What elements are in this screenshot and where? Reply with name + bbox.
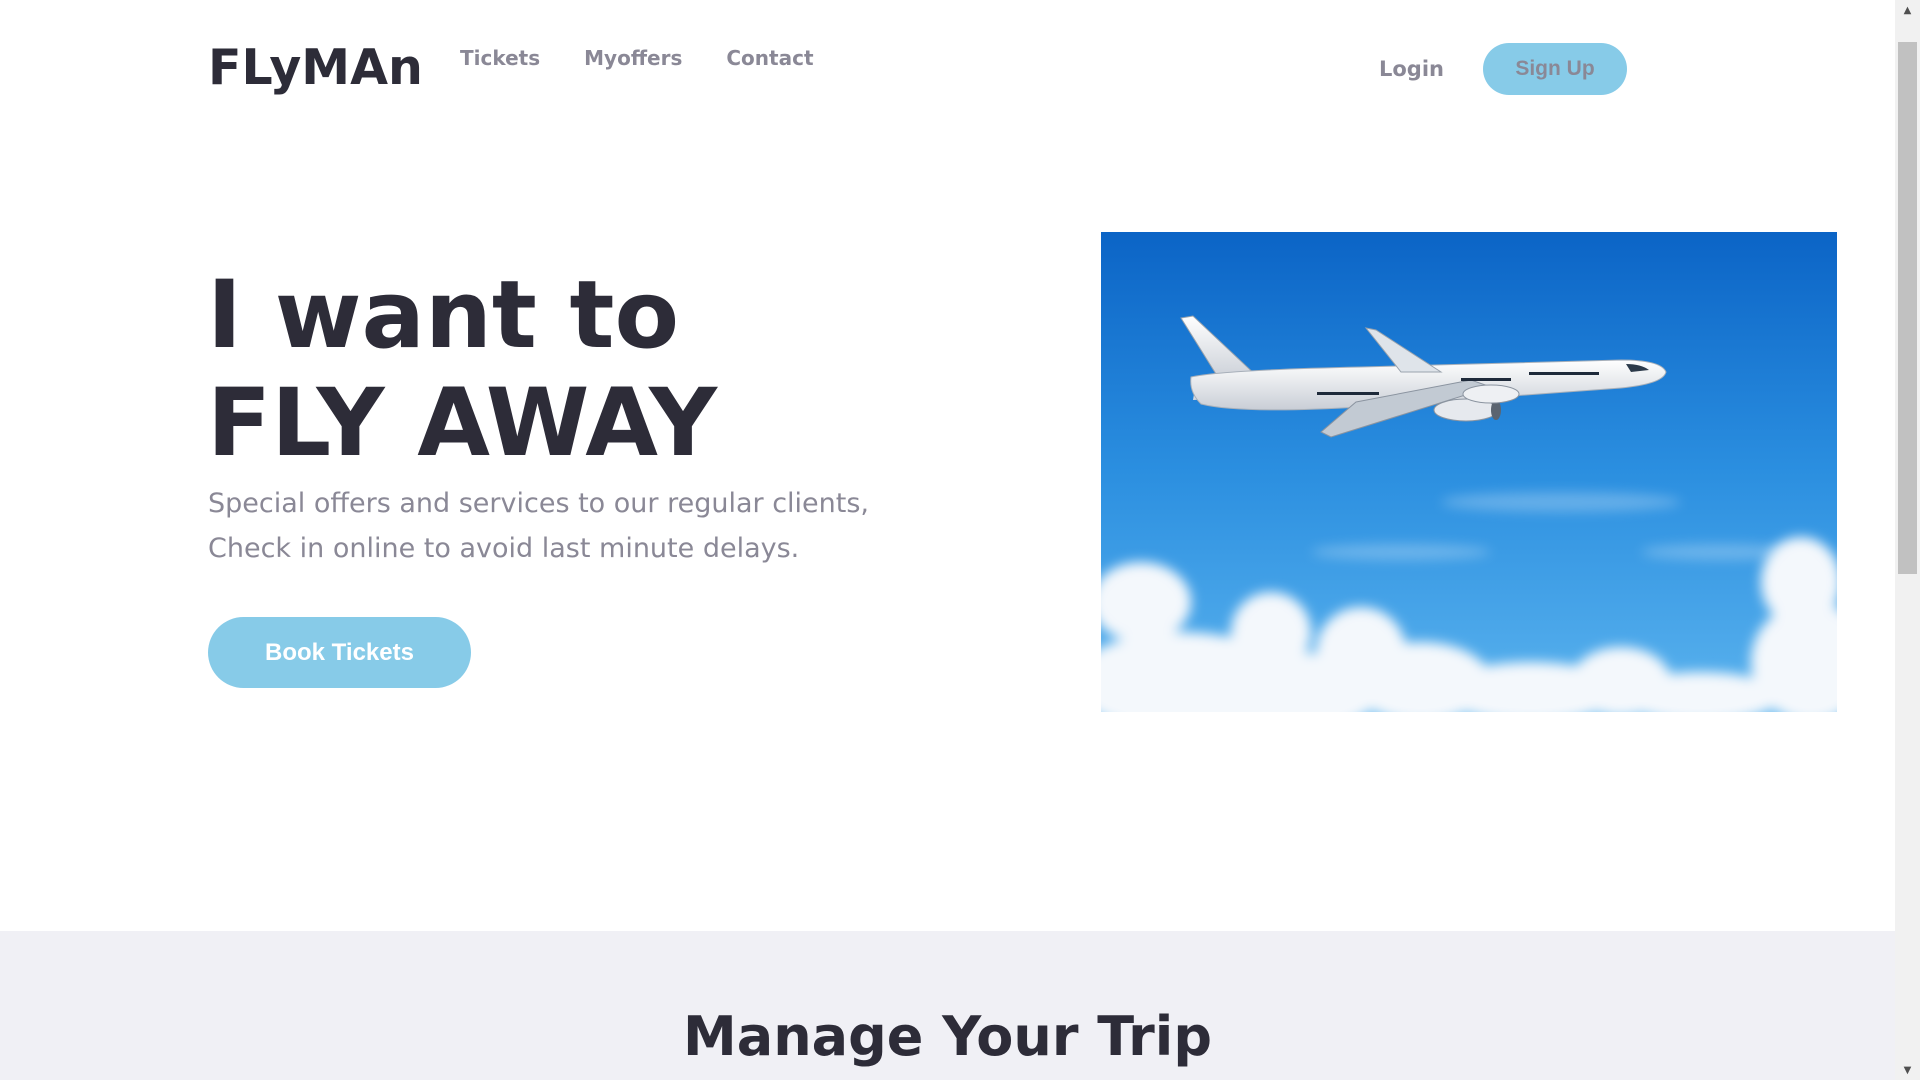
signup-button[interactable]: Sign Up	[1483, 43, 1627, 95]
manage-trip-section: Manage Your Trip	[0, 931, 1895, 1080]
page: FLyMAn Tickets Myoffers Contact Login Si…	[0, 0, 1920, 1080]
nav-item-tickets[interactable]: Tickets	[460, 45, 540, 71]
viewport: FLyMAn Tickets Myoffers Contact Login Si…	[0, 0, 1895, 1080]
hero-title-line-2: FLY AWAY	[207, 369, 718, 478]
hero-subtitle-line-1: Special offers and services to our regul…	[208, 488, 869, 519]
arrow-down-icon[interactable]: ▼	[1895, 1060, 1920, 1080]
manage-trip-title: Manage Your Trip	[683, 1005, 1212, 1068]
airplane-image	[1101, 232, 1837, 712]
nav-item-contact[interactable]: Contact	[726, 45, 813, 71]
hero-title: I want to FLY AWAY	[207, 262, 717, 478]
vertical-scrollbar[interactable]: ▲ ▼	[1895, 0, 1920, 1080]
hero-subtitle-line-2: Check in online to avoid last minute del…	[208, 533, 800, 564]
login-link[interactable]: Login	[1379, 55, 1444, 83]
arrow-up-icon[interactable]: ▲	[1895, 0, 1920, 20]
hero-subtitle: Special offers and services to our regul…	[208, 481, 869, 571]
scroll-thumb[interactable]	[1898, 42, 1917, 574]
hero-title-line-1: I want to	[207, 261, 680, 370]
nav-item-myoffers[interactable]: Myoffers	[584, 45, 682, 71]
site-logo[interactable]: FLyMAn	[208, 38, 423, 98]
book-tickets-button[interactable]: Book Tickets	[208, 617, 471, 688]
main-nav: Tickets Myoffers Contact	[460, 45, 814, 71]
